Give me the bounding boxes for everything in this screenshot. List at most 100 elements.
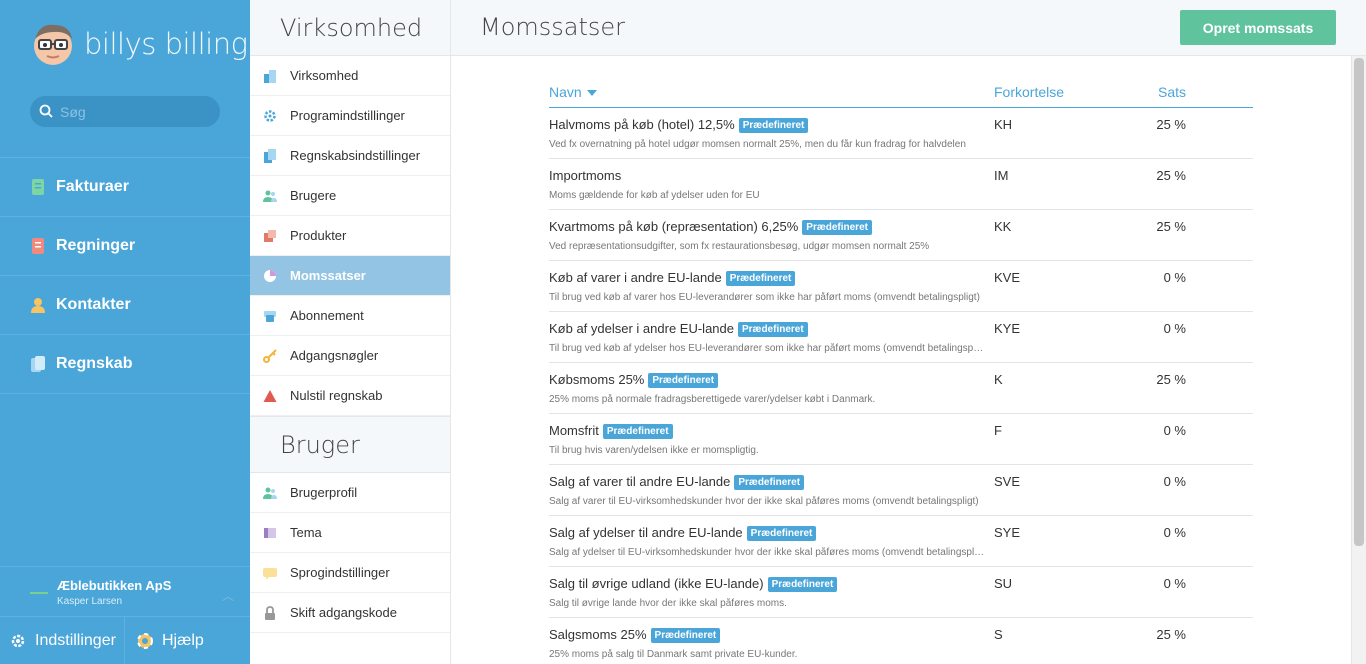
vat-rate-abbreviation: KYE [994,321,1021,336]
vat-rate-abbreviation: IM [994,168,1009,183]
nav-item-regnskab[interactable]: Regnskab [0,335,250,394]
bill-icon [32,238,44,254]
submenu-item-regnskabsindstillinger[interactable]: Regnskabsindstillinger [250,136,450,176]
column-header-rate[interactable]: Sats [1158,84,1186,100]
sort-down-icon [586,90,597,97]
nav-item-fakturaer[interactable]: Fakturaer [0,158,250,217]
vat-rate-name: Importmoms [549,168,622,183]
submenu-label: Regnskabsindstillinger [290,148,421,163]
vat-rate-name: Køb af varer i andre EU-lande [549,270,722,285]
submenu-label: Tema [290,525,322,540]
logo[interactable]: billys billing [30,20,248,68]
building-icon [264,69,276,83]
submenu-item-skift-adgangskode[interactable]: Skift adgangskode [250,593,450,633]
vat-rate-name-cell: Momsfrit Prædefineret [549,423,673,439]
company-name: Æblebutikken ApS [57,578,172,593]
predefined-badge: Prædefineret [650,628,721,643]
vat-rate-abbreviation: F [994,423,1002,438]
table-row[interactable]: Køb af varer i andre EU-lande Prædefinere… [549,261,1253,312]
column-header-name[interactable]: Navn [549,84,597,100]
subscription-icon [264,310,276,322]
gear-icon [10,633,26,649]
submenu-item-adgangsnoegler[interactable]: Adgangsnøgler [250,336,450,376]
nav-label: Regninger [56,237,136,254]
table-row[interactable]: Køb af ydelser i andre EU-lande Prædefine… [549,312,1253,363]
accounting-icon [31,356,45,372]
table-row[interactable]: Halvmoms på køb (hotel) 12,5% Prædefinere… [549,108,1253,159]
predefined-badge: Prædefineret [738,118,809,133]
column-header-name-label: Navn [549,84,582,100]
vat-rate-abbreviation: KK [994,219,1012,234]
settings-label: Indstillinger [35,631,116,649]
submenu-item-brugerprofil[interactable]: Brugerprofil [250,473,450,513]
table-row[interactable]: Importmoms Moms gældende for køb af ydels… [549,159,1253,210]
vat-rate-name: Salg til øvrige udland (ikke EU-lande) [549,576,764,591]
submenu-item-brugere[interactable]: Brugere [250,176,450,216]
table-row[interactable]: Salg af ydelser til andre EU-lande Prædef… [549,516,1253,567]
company-indicator [30,592,48,594]
submenu-heading-company: Virksomhed [250,0,450,56]
scrollbar-thumb[interactable] [1354,58,1364,546]
submenu-label: Momssatser [290,268,366,283]
submenu-item-abonnement[interactable]: Abonnement [250,296,450,336]
help-label: Hjælp [162,631,204,649]
vat-rate-value: 0 % [1163,321,1186,336]
predefined-badge: Prædefineret [725,271,796,286]
table-row[interactable]: Salg af varer til andre EU-lande Prædefin… [549,465,1253,516]
submenu-label: Skift adgangskode [290,605,397,620]
gear-icon [264,109,276,122]
vat-rate-name-cell: Salgsmoms 25% Prædefineret [549,627,721,643]
vat-rate-name: Momsfrit [549,423,599,438]
vat-rate-description: Til brug ved køb af ydelser hos EU-lever… [549,343,985,354]
submenu-item-sprogindstillinger[interactable]: Sprogindstillinger [250,553,450,593]
vat-rate-description: Moms gældende for køb af ydelser uden fo… [549,190,760,201]
table-row[interactable]: Kvartmoms på køb (repræsentation) 6,25% P… [549,210,1253,261]
user-profile-icon [263,487,277,499]
submenu-item-tema[interactable]: Tema [250,513,450,553]
nav-item-regninger[interactable]: Regninger [0,217,250,276]
vat-rate-name: Købsmoms 25% [549,372,645,387]
vat-rate-description: Ved repræsentationsudgifter, som fx rest… [549,241,930,252]
settings-button[interactable]: Indstillinger [0,617,125,664]
scrollbar[interactable] [1351,56,1366,664]
submenu-item-programindstillinger[interactable]: Programindstillinger [250,96,450,136]
submenu-item-nulstil-regnskab[interactable]: Nulstil regnskab [250,376,450,416]
ledger-icon [264,148,276,163]
vat-rate-description: Salg til øvrige lande hvor der ikke skal… [549,598,787,609]
submenu-item-momssatser[interactable]: Momssatser [250,256,450,296]
submenu-label: Sprogindstillinger [290,565,390,580]
company-switcher[interactable]: Æblebutikken ApS Kasper Larsen ︿ [0,566,250,616]
create-vat-rate-button[interactable]: Opret momssats [1180,10,1336,45]
nav-item-kontakter[interactable]: Kontakter [0,276,250,335]
vat-rate-name: Køb af ydelser i andre EU-lande [549,321,734,336]
search-box[interactable] [30,96,220,127]
user-name: Kasper Larsen [57,596,123,607]
table-row[interactable]: Salgsmoms 25% Prædefineret 25% moms på sal… [549,618,1253,664]
table-row[interactable]: Købsmoms 25% Prædefineret 25% moms på norm… [549,363,1253,414]
search-input[interactable] [60,96,210,127]
vat-rate-description: 25% moms på salg til Danmark samt privat… [549,649,798,660]
table-row[interactable]: Momsfrit Prædefineret Til brug hvis varen/… [549,414,1253,465]
submenu-label: Programindstillinger [290,108,405,123]
vat-rate-name-cell: Importmoms [549,168,621,183]
submenu-label: Produkter [290,228,347,243]
submenu-label: Abonnement [290,308,364,323]
vat-rate-value: 0 % [1163,576,1186,591]
vat-rate-name-cell: Salg til øvrige udland (ikke EU-lande) Pr… [549,576,838,592]
vat-rate-value: 0 % [1163,270,1186,285]
vat-rate-value: 0 % [1163,525,1186,540]
nav-label: Fakturaer [56,178,129,195]
submenu-label: Brugere [290,188,337,203]
vat-rate-description: Til brug ved køb af varer hos EU-leveran… [549,292,980,303]
help-button[interactable]: Hjælp [125,617,204,664]
products-icon [264,229,276,242]
submenu-item-produkter[interactable]: Produkter [250,216,450,256]
vat-rate-value: 0 % [1163,474,1186,489]
table-row[interactable]: Salg til øvrige udland (ikke EU-lande) Pr… [549,567,1253,618]
column-header-abbr[interactable]: Forkortelse [994,84,1064,100]
submenu-item-virksomhed[interactable]: Virksomhed [250,56,450,96]
main-sidebar: billys billing Fakturaer Regninger Konta… [0,0,250,664]
invoice-icon [32,179,44,195]
submenu-label: Brugerprofil [290,485,358,500]
warning-icon [263,389,277,402]
